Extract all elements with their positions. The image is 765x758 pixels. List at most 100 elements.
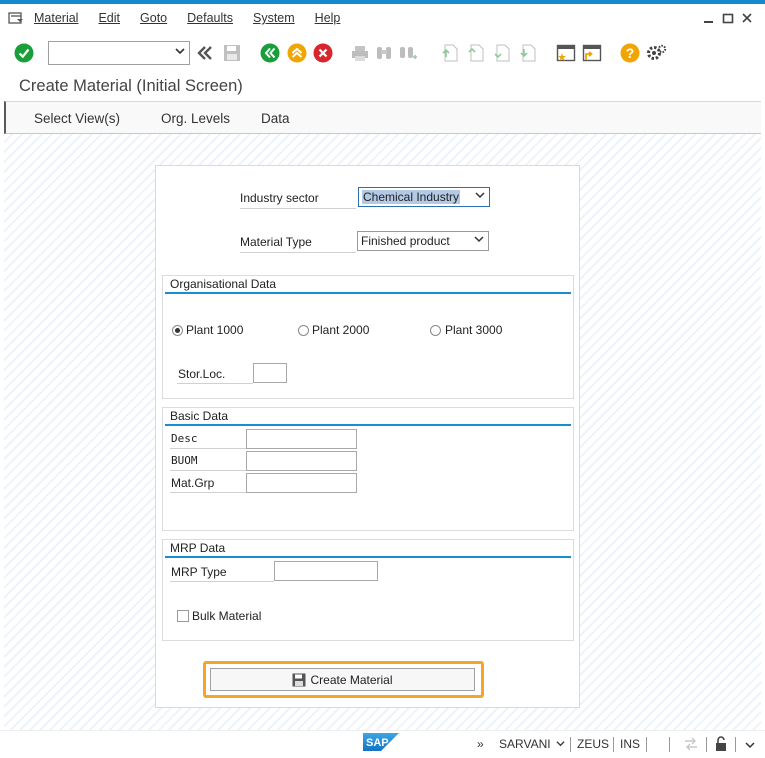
enter-button[interactable] [14,43,34,63]
binoculars-plus-icon [400,47,417,59]
buom-input[interactable] [246,451,357,471]
page-title: Create Material (Initial Screen) [19,77,243,95]
matgrp-label: Mat.Grp [171,476,215,490]
storloc-input[interactable] [253,363,287,383]
menu-material[interactable]: Material [34,11,78,25]
form-panel: Industry sector Chemical Industry Materi… [155,165,580,708]
bulk-material-label: Bulk Material [192,609,262,623]
industry-sector-label: Industry sector [240,191,319,205]
previous-page-icon [468,44,484,62]
svg-text:?: ? [626,45,635,61]
menu-edit[interactable]: Edit [98,11,120,25]
status-separator [706,737,707,752]
menu-goto[interactable]: Goto [140,11,167,25]
create-material-button[interactable]: Create Material [210,668,475,691]
next-page-icon [494,44,510,62]
plant-2000-radio[interactable] [298,325,309,336]
back-icon [260,43,280,63]
plant-3000-radio[interactable] [430,325,441,336]
previous-page-button[interactable] [466,43,486,63]
chevron-down-icon [474,234,484,247]
label-underline [240,252,356,253]
maximize-icon [722,13,734,24]
help-button[interactable]: ? [620,43,640,63]
new-session-icon [556,44,576,62]
settings-button[interactable] [646,43,667,63]
chevron-down-icon [475,190,485,203]
cancel-button[interactable] [313,43,333,63]
menu-help[interactable]: Help [315,11,341,25]
first-page-button[interactable] [440,43,460,63]
status-separator [570,737,571,752]
save-button[interactable] [222,43,242,63]
desc-input[interactable] [246,429,357,449]
data-button[interactable]: Data [261,111,290,126]
print-icon [352,46,368,61]
maximize-button[interactable] [722,4,734,32]
first-page-icon [442,44,458,62]
label-underline [177,383,253,384]
status-separator [669,737,670,752]
status-mode[interactable]: INS [620,737,640,751]
chevron-down-icon[interactable] [556,737,565,751]
chevron-down-icon[interactable] [175,46,185,59]
plant-2000-label: Plant 2000 [312,323,370,337]
new-session-button[interactable] [556,43,576,63]
industry-sector-dropdown[interactable]: Chemical Industry [358,187,490,207]
status-separator [735,737,736,752]
command-field[interactable] [48,41,190,65]
help-icon: ? [620,43,640,63]
label-underline [240,208,356,209]
application-toolbar: Select View(s) Org. Levels Data [4,101,761,134]
status-system: ZEUS [577,737,610,751]
select-views-button[interactable]: Select View(s) [34,111,120,126]
material-type-dropdown[interactable]: Finished product [357,231,489,251]
lock-icon[interactable] [714,736,728,755]
plant-3000-label: Plant 3000 [445,323,503,337]
menu-system[interactable]: System [253,11,295,25]
status-bar: SAP » SARVANI ZEUS INS [0,730,765,758]
mrp-type-label: MRP Type [171,565,227,579]
find-next-button[interactable] [398,43,418,63]
basic-data-group: Basic Data Desc BUOM Mat.Grp [162,407,574,531]
status-expand-icon[interactable]: » [477,737,484,751]
status-user[interactable]: SARVANI [499,737,551,751]
group-title: Basic Data [170,409,229,423]
menu-defaults[interactable]: Defaults [187,11,233,25]
label-underline [170,470,246,471]
double-chevron-left-icon [197,46,212,60]
create-material-highlight: Create Material [203,661,484,698]
group-title: MRP Data [170,541,226,555]
connection-icon [683,737,699,754]
minimize-button[interactable] [703,4,715,32]
material-type-value: Finished product [361,234,450,248]
minimize-icon [704,21,713,23]
group-rule [165,424,571,426]
org-levels-button[interactable]: Org. Levels [161,111,230,126]
exit-icon [287,43,307,63]
industry-sector-value: Chemical Industry [362,190,461,204]
binoculars-icon [377,47,391,59]
exit-button[interactable] [287,43,307,63]
back-button[interactable] [260,43,280,63]
print-button[interactable] [350,43,370,63]
gear-icon [647,44,667,60]
label-underline [170,581,274,582]
chevron-down-icon[interactable] [745,739,755,753]
next-page-button[interactable] [492,43,512,63]
mrp-data-group: MRP Data MRP Type Bulk Material [162,539,574,641]
shortcut-button[interactable] [582,43,602,63]
close-window-button[interactable] [741,4,753,32]
checkmark-icon [14,43,34,63]
label-underline [170,448,246,449]
fast-back-button[interactable] [195,43,215,63]
close-icon [742,13,752,23]
plant-1000-radio[interactable] [172,325,183,336]
find-button[interactable] [374,43,394,63]
last-page-icon [520,44,536,62]
last-page-button[interactable] [518,43,538,63]
menu-icon[interactable] [8,11,24,25]
bulk-material-checkbox[interactable] [177,610,189,622]
mrp-type-input[interactable] [274,561,378,581]
matgrp-input[interactable] [246,473,357,493]
